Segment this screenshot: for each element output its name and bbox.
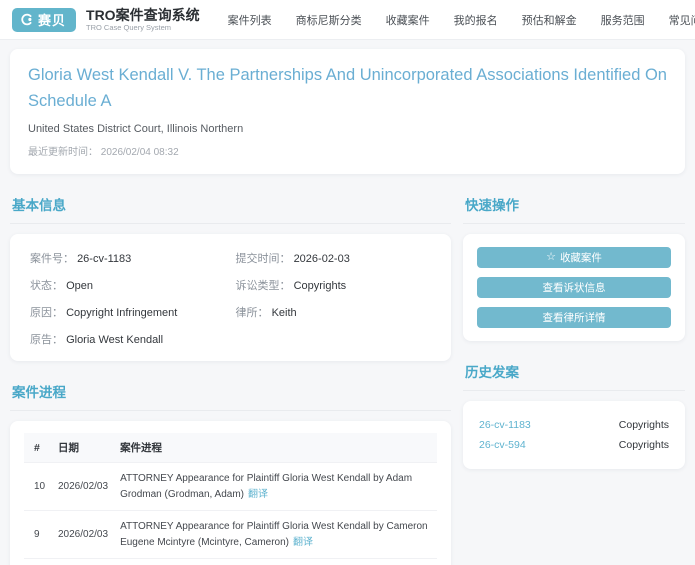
col-header-progress: 案件进程: [114, 433, 437, 463]
translate-link[interactable]: 翻译: [248, 489, 268, 500]
case-progress-section: 案件进程 # 日期 案件进程 10: [10, 377, 451, 565]
field-law-firm: 律所： Keith: [236, 304, 432, 320]
updated-time: 2026/02/04 08:32: [101, 147, 179, 158]
case-title: Gloria West Kendall V. The Partnerships …: [28, 63, 667, 114]
view-law-firm-button[interactable]: 查看律所详情: [477, 307, 671, 328]
nav-item-nice-classification[interactable]: 商标尼斯分类: [296, 12, 362, 28]
col-header-index: #: [24, 433, 52, 463]
history-row: 26-cv-1183 Copyrights: [479, 415, 669, 435]
table-row: 9 2026/02/03 ATTORNEY Appearance for Pla…: [24, 511, 437, 559]
field-cause: 原因： Copyright Infringement: [30, 304, 226, 320]
logo-icon: [19, 12, 34, 27]
history-title: 历史发案: [463, 357, 685, 391]
favorite-case-button[interactable]: ☆ 收藏案件: [477, 247, 671, 268]
main-content: Gloria West Kendall V. The Partnerships …: [0, 40, 695, 565]
basic-info-section: 基本信息 案件号： 26-cv-1183 提交时间： 2026-02-03 状态…: [10, 190, 451, 361]
field-case-number: 案件号： 26-cv-1183: [30, 250, 226, 266]
updated-label: 最近更新时间：: [28, 147, 98, 158]
app-title: TRO案件查询系统: [86, 8, 200, 23]
history-row: 26-cv-594 Copyrights: [479, 435, 669, 455]
case-updated: 最近更新时间： 2026/02/04 08:32: [28, 143, 667, 158]
nav-item-service-scope[interactable]: 服务范围: [601, 12, 645, 28]
table-header-row: # 日期 案件进程: [24, 433, 437, 463]
star-icon: ☆: [546, 252, 556, 263]
logo-text: 赛贝: [38, 10, 66, 29]
history-case-link[interactable]: 26-cv-594: [479, 439, 526, 451]
field-filing-date: 提交时间： 2026-02-03: [236, 250, 432, 266]
basic-info-title: 基本信息: [10, 190, 451, 224]
nav-item-favorite-cases[interactable]: 收藏案件: [386, 12, 430, 28]
case-progress-table: # 日期 案件进程 10 2026/02/03 ATTORNEY Appeara…: [24, 433, 437, 565]
progress-text: ATTORNEY Appearance for Plaintiff Gloria…: [120, 521, 428, 548]
nav-item-my-registration[interactable]: 我的报名: [454, 12, 498, 28]
case-progress-card: # 日期 案件进程 10 2026/02/03 ATTORNEY Appeara…: [10, 421, 451, 565]
view-complaint-button[interactable]: 查看诉状信息: [477, 277, 671, 298]
table-row: 10 2026/02/03 ATTORNEY Appearance for Pl…: [24, 463, 437, 511]
history-case-link[interactable]: 26-cv-1183: [479, 419, 531, 431]
history-case-type: Copyrights: [619, 439, 669, 451]
case-progress-title: 案件进程: [10, 377, 451, 411]
quick-actions-title: 快速操作: [463, 190, 685, 224]
brand-block: TRO案件查询系统 TRO Case Query System: [86, 8, 200, 32]
nav-item-case-list[interactable]: 案件列表: [228, 12, 272, 28]
nav-item-faq[interactable]: 常见问题: [669, 12, 695, 28]
field-plaintiff: 原告： Gloria West Kendall: [30, 331, 226, 347]
nav-item-settlement-estimate[interactable]: 预估和解金: [522, 12, 577, 28]
history-card: 26-cv-1183 Copyrights 26-cv-594 Copyrigh…: [463, 401, 685, 469]
field-status: 状态： Open: [30, 277, 226, 293]
quick-actions-section: 快速操作 ☆ 收藏案件 查看诉状信息 查看律所详情: [463, 190, 685, 341]
table-row: 8 2026/02/03 ATTORNEY Appearance for Pla…: [24, 559, 437, 565]
case-court: United States District Court, Illinois N…: [28, 123, 667, 135]
translate-link[interactable]: 翻译: [293, 537, 313, 548]
basic-info-card: 案件号： 26-cv-1183 提交时间： 2026-02-03 状态： Ope…: [10, 234, 451, 361]
field-litigation-type: 诉讼类型： Copyrights: [236, 277, 432, 293]
history-case-type: Copyrights: [619, 419, 669, 431]
top-header: 赛贝 TRO案件查询系统 TRO Case Query System 案件列表 …: [0, 0, 695, 40]
logo[interactable]: 赛贝: [12, 8, 76, 32]
quick-actions-card: ☆ 收藏案件 查看诉状信息 查看律所详情: [463, 234, 685, 341]
case-title-card: Gloria West Kendall V. The Partnerships …: [10, 49, 685, 174]
app-subtitle: TRO Case Query System: [86, 23, 200, 32]
col-header-date: 日期: [52, 433, 114, 463]
history-section: 历史发案 26-cv-1183 Copyrights 26-cv-594 Cop…: [463, 357, 685, 469]
main-nav: 案件列表 商标尼斯分类 收藏案件 我的报名 预估和解金 服务范围 常见问题 关于…: [228, 12, 695, 28]
